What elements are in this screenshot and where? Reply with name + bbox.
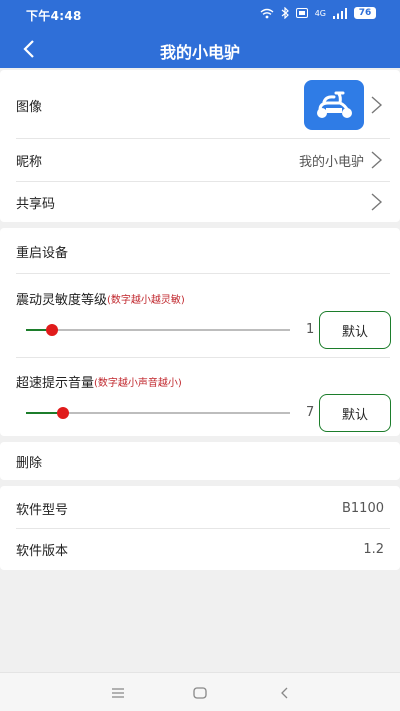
vibration-hint: (数字越小越灵敏) xyxy=(107,294,185,306)
back-icon xyxy=(281,687,288,699)
system-back-button[interactable] xyxy=(274,683,294,703)
status-bar: 下午4:48 4G 76 xyxy=(0,0,400,30)
avatar-label: 图像 xyxy=(16,99,43,115)
vibration-slider-thumb[interactable] xyxy=(46,324,58,336)
vibration-label: 震动灵敏度等级 xyxy=(16,292,108,308)
vibration-title: 震动灵敏度等级 (数字越小越灵敏) xyxy=(16,288,384,308)
battery-icon: 76 xyxy=(354,7,376,19)
software-model-row: 软件型号 B1100 xyxy=(16,488,384,528)
hd-icon xyxy=(295,8,308,18)
menu-icon xyxy=(112,688,124,698)
vibration-slider[interactable] xyxy=(26,324,290,336)
nickname-row[interactable]: 昵称 我的小电驴 xyxy=(16,139,384,181)
status-icons: 4G 76 xyxy=(260,7,376,19)
software-version-label: 软件版本 xyxy=(16,543,69,559)
restart-label: 重启设备 xyxy=(16,245,69,261)
overspeed-slider[interactable] xyxy=(26,407,290,419)
system-nav-bar xyxy=(0,672,400,711)
network-type: 4G xyxy=(314,8,326,18)
avatar[interactable] xyxy=(304,80,364,130)
software-version-value: 1.2 xyxy=(363,541,384,557)
wifi-icon xyxy=(260,8,274,18)
avatar-row[interactable]: 图像 xyxy=(16,78,384,132)
software-info-card: 软件型号 B1100 软件版本 1.2 xyxy=(0,486,400,570)
overspeed-value: 7 xyxy=(306,405,315,420)
nickname-label: 昵称 xyxy=(16,154,43,170)
status-time: 下午4:48 xyxy=(26,9,82,23)
software-model-value: B1100 xyxy=(341,500,384,516)
signal-icon xyxy=(333,7,347,19)
home-icon xyxy=(193,687,207,699)
chevron-right-icon xyxy=(371,96,383,114)
overspeed-slider-thumb[interactable] xyxy=(57,407,69,419)
vibration-value: 1 xyxy=(306,322,315,337)
share-code-row[interactable]: 共享码 xyxy=(16,182,384,222)
profile-card: 图像 昵称 我的小电驴 共享码 xyxy=(0,70,400,222)
share-code-label: 共享码 xyxy=(16,196,56,212)
menu-button[interactable] xyxy=(108,683,128,703)
vibration-default-button[interactable]: 默认 xyxy=(319,311,391,349)
chevron-right-icon xyxy=(371,193,383,211)
software-model-label: 软件型号 xyxy=(16,502,69,518)
divider xyxy=(16,357,390,358)
device-settings-card: 重启设备 震动灵敏度等级 (数字越小越灵敏) 1 默认 超速提示音量 (数字越小… xyxy=(0,228,400,436)
restart-row[interactable]: 重启设备 xyxy=(16,232,384,270)
nickname-value: 我的小电驴 xyxy=(298,154,364,170)
overspeed-label: 超速提示音量 xyxy=(16,375,95,391)
overspeed-default-button[interactable]: 默认 xyxy=(319,394,391,432)
delete-row[interactable]: 删除 xyxy=(16,442,384,480)
delete-label: 删除 xyxy=(16,455,43,471)
scooter-icon xyxy=(317,91,352,118)
delete-card: 删除 xyxy=(0,442,400,480)
software-version-row: 软件版本 1.2 xyxy=(16,529,384,569)
home-button[interactable] xyxy=(190,683,210,703)
title-bar: 我的小电驴 xyxy=(0,30,400,68)
overspeed-hint: (数字越小声音越小) xyxy=(94,377,182,389)
page-title: 我的小电驴 xyxy=(159,43,240,62)
bluetooth-icon xyxy=(281,7,289,19)
overspeed-title: 超速提示音量 (数字越小声音越小) xyxy=(16,371,384,391)
divider xyxy=(16,273,390,274)
chevron-right-icon xyxy=(371,151,383,169)
